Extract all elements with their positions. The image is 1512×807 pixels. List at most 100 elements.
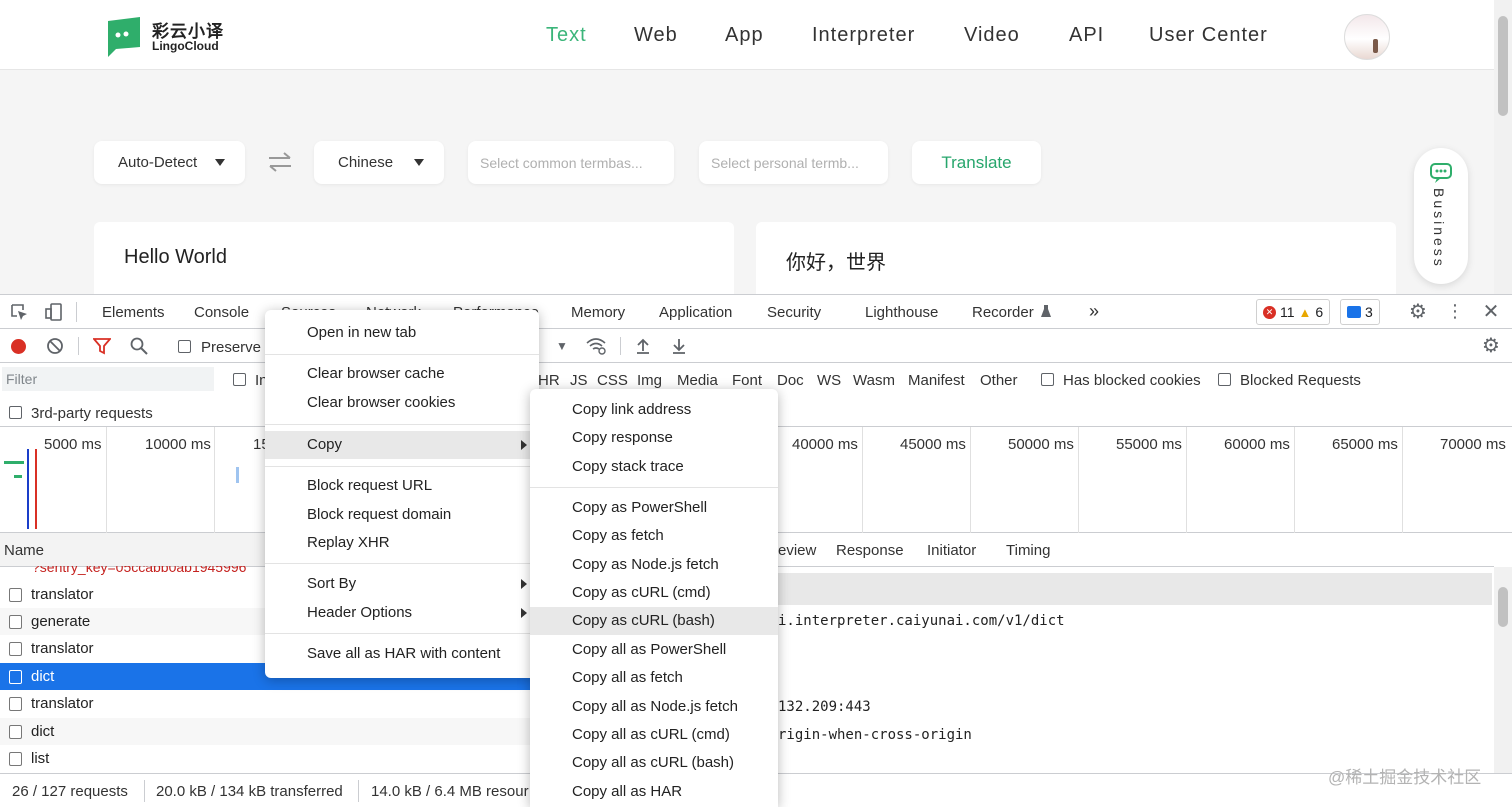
- import-har-icon[interactable]: [634, 337, 652, 355]
- tab-initiator[interactable]: Initiator: [927, 542, 976, 559]
- clear-icon[interactable]: [46, 337, 64, 355]
- table-row[interactable]: translator: [0, 690, 530, 717]
- more-options-icon[interactable]: ⋮: [1446, 300, 1464, 322]
- menu-item-copy-as-nodejs-fetch[interactable]: Copy as Node.js fetch: [530, 551, 778, 579]
- nav-web[interactable]: Web: [634, 24, 678, 47]
- nav-video[interactable]: Video: [964, 24, 1020, 47]
- filter-type-ws[interactable]: WS: [817, 372, 841, 389]
- menu-item-copy[interactable]: Copy: [265, 431, 539, 459]
- tab-response[interactable]: Response: [836, 542, 904, 559]
- source-text-area[interactable]: Hello World: [94, 222, 734, 295]
- menu-item-copy-all-as-fetch[interactable]: Copy all as fetch: [530, 664, 778, 692]
- more-tabs-icon[interactable]: »: [1089, 301, 1099, 322]
- filter-type-xhr[interactable]: HR: [538, 372, 560, 389]
- personal-termbase-select[interactable]: Select personal termb...: [699, 141, 888, 184]
- settings-gear-icon[interactable]: ⚙: [1407, 300, 1429, 323]
- nav-api[interactable]: API: [1069, 24, 1104, 47]
- table-row[interactable]: list: [0, 745, 530, 772]
- menu-item-block-request-domain[interactable]: Block request domain: [265, 501, 539, 529]
- row-checkbox[interactable]: [9, 588, 22, 602]
- menu-item-copy-all-as-curl-cmd[interactable]: Copy all as cURL (cmd): [530, 721, 778, 749]
- tab-recorder[interactable]: Recorder: [972, 304, 1034, 321]
- search-icon[interactable]: [130, 337, 148, 355]
- table-row[interactable]: dict: [0, 718, 530, 745]
- detail-scrollbar[interactable]: [1494, 567, 1512, 777]
- detail-scrollbar-thumb[interactable]: [1498, 587, 1508, 627]
- nav-interpreter[interactable]: Interpreter: [812, 24, 915, 47]
- tab-lighthouse[interactable]: Lighthouse: [865, 304, 938, 321]
- page-scrollbar[interactable]: [1494, 0, 1512, 295]
- invert-checkbox[interactable]: [233, 373, 246, 386]
- errors-warnings-badge[interactable]: ✕ 11 ▲ 6: [1256, 299, 1331, 325]
- filter-type-img[interactable]: Img: [637, 372, 662, 389]
- filter-type-wasm[interactable]: Wasm: [853, 372, 895, 389]
- export-har-icon[interactable]: [670, 337, 688, 355]
- menu-item-header-options[interactable]: Header Options: [265, 599, 539, 627]
- tab-elements[interactable]: Elements: [102, 304, 165, 321]
- tab-console[interactable]: Console: [194, 304, 249, 321]
- menu-item-copy-all-as-har[interactable]: Copy all as HAR: [530, 778, 778, 806]
- menu-item-copy-all-as-powershell[interactable]: Copy all as PowerShell: [530, 636, 778, 664]
- nav-text[interactable]: Text: [546, 24, 587, 47]
- source-language-select[interactable]: Auto-Detect: [94, 141, 245, 184]
- row-checkbox[interactable]: [9, 642, 22, 656]
- has-blocked-cookies-checkbox[interactable]: [1041, 373, 1054, 386]
- throttle-dropdown-icon[interactable]: ▼: [556, 339, 568, 353]
- blocked-requests-checkbox[interactable]: [1218, 373, 1231, 386]
- page-scrollbar-thumb[interactable]: [1498, 16, 1508, 116]
- menu-item-copy-link-address[interactable]: Copy link address: [530, 396, 778, 424]
- filter-type-manifest[interactable]: Manifest: [908, 372, 965, 389]
- lingocloud-logo[interactable]: 彩云小译 LingoCloud: [104, 15, 224, 59]
- menu-item-open-in-new-tab[interactable]: Open in new tab: [265, 319, 539, 347]
- nav-user-center[interactable]: User Center: [1149, 24, 1268, 47]
- filter-input[interactable]: Filter: [2, 367, 214, 391]
- device-toolbar-icon[interactable]: [44, 302, 64, 322]
- business-float-button[interactable]: Business: [1414, 148, 1468, 284]
- filter-type-media[interactable]: Media: [677, 372, 718, 389]
- row-checkbox[interactable]: [9, 697, 22, 711]
- network-settings-gear-icon[interactable]: ⚙: [1480, 334, 1502, 357]
- menu-item-copy-as-powershell[interactable]: Copy as PowerShell: [530, 494, 778, 522]
- filter-type-css[interactable]: CSS: [597, 372, 628, 389]
- filter-type-js[interactable]: JS: [570, 372, 588, 389]
- common-termbase-select[interactable]: Select common termbas...: [468, 141, 674, 184]
- tab-preview[interactable]: eview: [778, 542, 816, 559]
- translate-button[interactable]: Translate: [912, 141, 1041, 184]
- tab-security[interactable]: Security: [767, 304, 821, 321]
- user-avatar[interactable]: [1344, 14, 1390, 60]
- menu-item-copy-as-curl-cmd[interactable]: Copy as cURL (cmd): [530, 579, 778, 607]
- preserve-log-checkbox[interactable]: [178, 340, 191, 353]
- filter-type-doc[interactable]: Doc: [777, 372, 804, 389]
- record-icon[interactable]: [11, 339, 26, 354]
- filter-type-font[interactable]: Font: [732, 372, 762, 389]
- menu-item-replay-xhr[interactable]: Replay XHR: [265, 529, 539, 557]
- nav-app[interactable]: App: [725, 24, 764, 47]
- tab-memory[interactable]: Memory: [571, 304, 625, 321]
- menu-item-copy-all-as-nodejs-fetch[interactable]: Copy all as Node.js fetch: [530, 693, 778, 721]
- network-conditions-icon[interactable]: [585, 337, 607, 355]
- menu-item-block-request-url[interactable]: Block request URL: [265, 472, 539, 500]
- filter-type-other[interactable]: Other: [980, 372, 1018, 389]
- menu-item-copy-as-curl-bash[interactable]: Copy as cURL (bash): [530, 607, 778, 635]
- target-language-select[interactable]: Chinese: [314, 141, 444, 184]
- menu-item-clear-browser-cookies[interactable]: Clear browser cookies: [265, 389, 539, 417]
- menu-item-sort-by[interactable]: Sort By: [265, 570, 539, 598]
- row-checkbox[interactable]: [9, 615, 22, 629]
- menu-item-save-all-as-har[interactable]: Save all as HAR with content: [265, 640, 539, 668]
- row-checkbox[interactable]: [9, 670, 22, 684]
- messages-badge[interactable]: 3: [1340, 299, 1380, 325]
- row-checkbox[interactable]: [9, 725, 22, 739]
- menu-item-copy-response[interactable]: Copy response: [530, 424, 778, 452]
- inspect-element-icon[interactable]: [9, 302, 29, 322]
- tab-application[interactable]: Application: [659, 304, 732, 321]
- menu-item-clear-browser-cache[interactable]: Clear browser cache: [265, 360, 539, 388]
- menu-item-copy-all-as-curl-bash[interactable]: Copy all as cURL (bash): [530, 749, 778, 777]
- menu-item-copy-stack-trace[interactable]: Copy stack trace: [530, 453, 778, 481]
- tab-timing[interactable]: Timing: [1006, 542, 1050, 559]
- third-party-checkbox[interactable]: [9, 406, 22, 419]
- close-devtools-icon[interactable]: ✕: [1480, 299, 1502, 323]
- menu-item-copy-as-fetch[interactable]: Copy as fetch: [530, 522, 778, 550]
- swap-languages-icon[interactable]: [266, 150, 294, 174]
- general-section-header[interactable]: [778, 573, 1492, 605]
- filter-icon[interactable]: [93, 338, 111, 355]
